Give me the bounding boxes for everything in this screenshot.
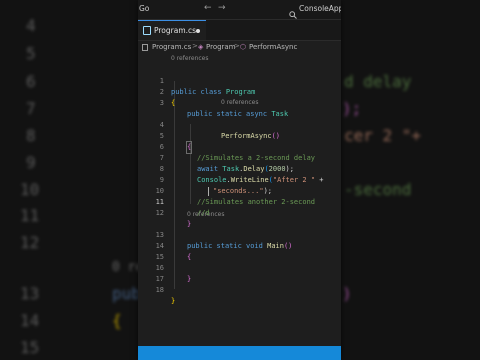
code-line: 15	[138, 241, 341, 261]
code-line: 18 }	[138, 274, 341, 305]
tab-label: Program.cs	[154, 26, 197, 35]
code-line: 9 "seconds...");	[138, 164, 341, 195]
codelens-references[interactable]: 0 references	[221, 99, 259, 107]
code-line: 6 //Simulates a 2-second delay	[138, 131, 341, 162]
method-icon: ⬡	[240, 43, 247, 51]
breadcrumb-separator: >	[192, 42, 198, 50]
back-arrow-icon[interactable]: ←	[204, 3, 212, 13]
breadcrumb-method[interactable]: PerformAsync	[249, 43, 297, 51]
project-name[interactable]: ConsoleApp12	[299, 4, 341, 13]
unsaved-changes-dot-icon[interactable]	[196, 29, 200, 33]
breadcrumb-file[interactable]: Program.cs	[152, 43, 191, 51]
code-editor-window: Go ← → ConsoleApp12 Program.cs Program.c…	[138, 0, 341, 360]
codelens-references[interactable]: 0 references	[171, 55, 209, 63]
status-bar	[138, 346, 341, 360]
breadcrumb-separator: >	[234, 42, 240, 50]
tab-bar: Program.cs	[138, 20, 341, 41]
title-bar-text: Go	[139, 4, 150, 13]
code-line: 17	[138, 263, 341, 283]
search-icon[interactable]	[289, 4, 297, 19]
code-line: 4 PerformAsync()	[138, 109, 341, 140]
code-line: 14 {	[138, 230, 341, 261]
line-number: 3	[159, 99, 164, 107]
breadcrumb-class[interactable]: Program	[206, 43, 236, 51]
line-number: 12	[155, 209, 164, 217]
forward-arrow-icon[interactable]: →	[218, 3, 226, 13]
text-cursor	[208, 187, 209, 196]
code-line: 11 //d	[138, 186, 341, 217]
code-line: 13 public static void Main()	[138, 219, 341, 250]
brace: }	[171, 297, 176, 305]
line-number: 18	[155, 286, 164, 294]
code-line: 12 }	[138, 197, 341, 228]
code-area[interactable]: 0 references 0 references 0 references 1…	[138, 54, 341, 346]
code-line: 16 }	[138, 252, 341, 283]
file-icon	[142, 44, 148, 51]
code-line: 8 Console.WriteLine("After 2 " +	[138, 153, 341, 184]
code-line: 10 //Simulates another 2-second	[138, 175, 341, 206]
code-line: 7 await Task.Delay(2000);	[138, 142, 341, 173]
brace: {	[171, 99, 176, 107]
comment: //d	[197, 209, 210, 217]
title-bar: Go ← → ConsoleApp12	[138, 0, 341, 20]
csharp-file-icon	[143, 26, 151, 35]
code-line: 5 {	[138, 120, 341, 154]
code-line: 1 public class Program	[138, 65, 341, 96]
tab-program-cs[interactable]: Program.cs	[138, 20, 206, 40]
class-icon: ◈	[198, 43, 204, 51]
code-line: 2 {	[138, 76, 341, 107]
breadcrumb: Program.cs > ◈ Program > ⬡ PerformAsync	[138, 41, 341, 55]
code-line: 3 public static async Task	[138, 87, 341, 118]
